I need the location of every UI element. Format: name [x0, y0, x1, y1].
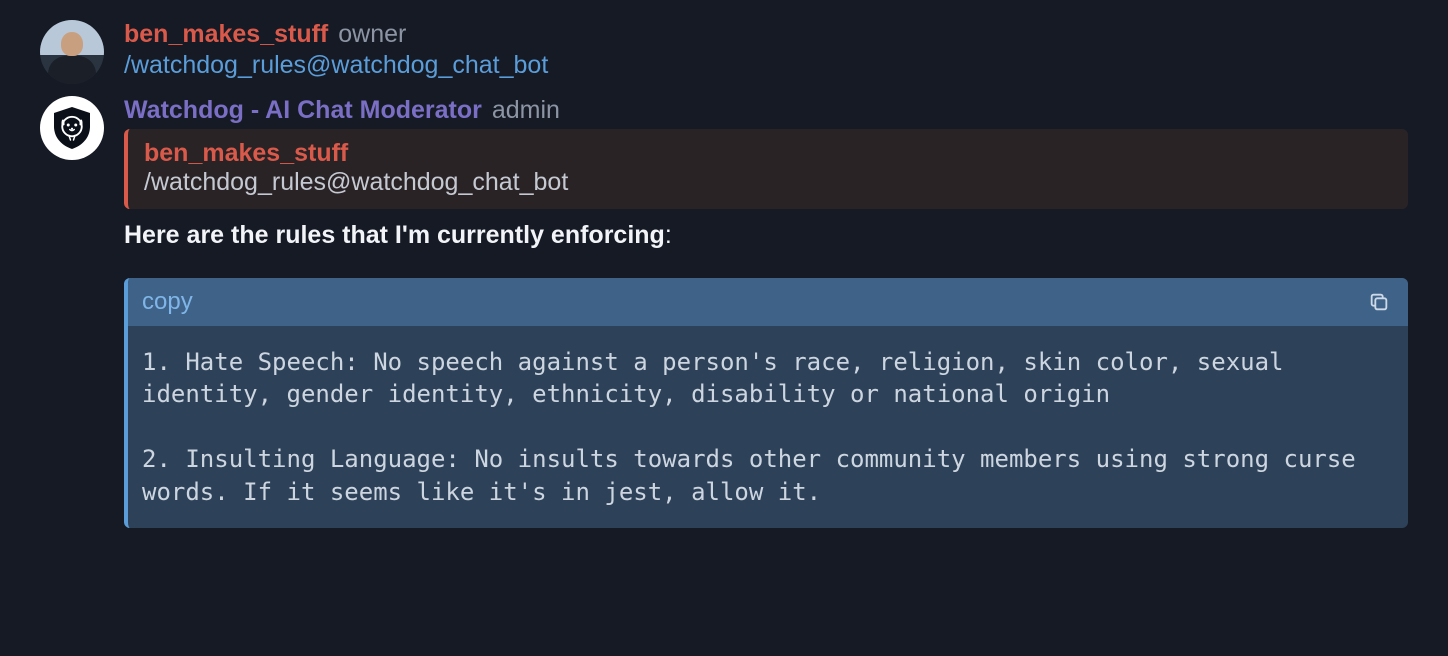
reply-username: ben_makes_stuff [144, 139, 1392, 168]
username[interactable]: Watchdog - AI Chat Moderator [124, 96, 482, 125]
shield-dog-icon [48, 104, 96, 152]
avatar[interactable] [40, 96, 104, 160]
username[interactable]: ben_makes_stuff [124, 20, 328, 49]
reply-command: /watchdog_rules@watchdog_chat_bot [144, 168, 1392, 197]
reply-quote[interactable]: ben_makes_stuff /watchdog_rules@watchdog… [124, 129, 1408, 209]
code-header: copy [128, 278, 1408, 326]
message-user: ben_makes_stuff owner /watchdog_rules@wa… [40, 20, 1408, 84]
copy-icon[interactable] [1368, 291, 1390, 313]
message-bot: Watchdog - AI Chat Moderator admin ben_m… [40, 96, 1408, 528]
user-role: owner [338, 20, 406, 49]
user-role: admin [492, 96, 560, 125]
message-body-text: Here are the rules that I'm currently en… [124, 221, 1408, 250]
avatar[interactable] [40, 20, 104, 84]
copy-label[interactable]: copy [142, 288, 193, 316]
code-content: 1. Hate Speech: No speech against a pers… [128, 326, 1408, 528]
message-header: ben_makes_stuff owner [124, 20, 1408, 49]
body-strong: Here are the rules that I'm currently en… [124, 221, 665, 249]
body-suffix: : [665, 221, 672, 249]
message-content: Watchdog - AI Chat Moderator admin ben_m… [124, 96, 1408, 528]
message-header: Watchdog - AI Chat Moderator admin [124, 96, 1408, 125]
command-text[interactable]: /watchdog_rules@watchdog_chat_bot [124, 51, 1408, 80]
message-content: ben_makes_stuff owner /watchdog_rules@wa… [124, 20, 1408, 84]
code-block: copy 1. Hate Speech: No speech against a… [124, 278, 1408, 528]
